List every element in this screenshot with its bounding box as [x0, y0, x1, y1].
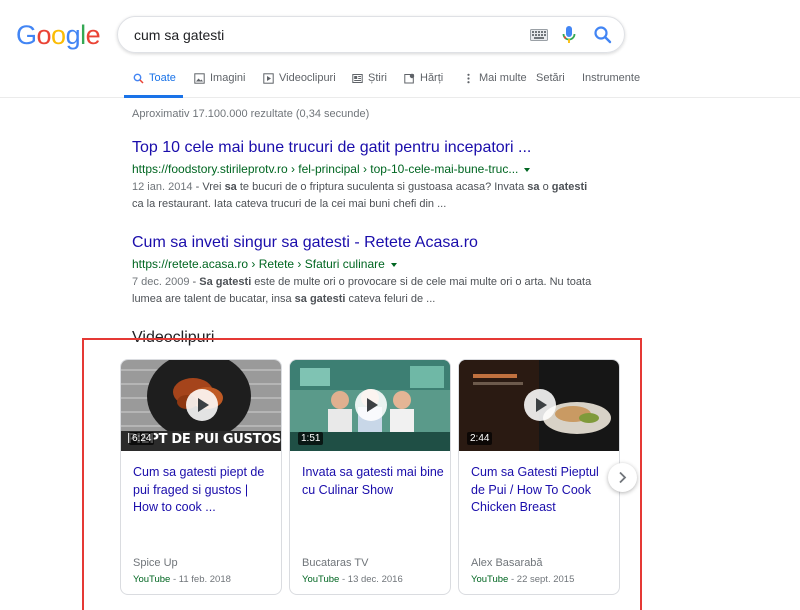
- tab-more[interactable]: Mai multe: [463, 72, 527, 84]
- keyboard-icon[interactable]: [530, 29, 548, 41]
- tab-settings[interactable]: Setări: [536, 72, 565, 84]
- search-box[interactable]: cum sa gatesti: [117, 16, 625, 53]
- video-card[interactable]: PIEPT DE PUI GUSTOS 6:24 Cum sa gatesti …: [120, 359, 282, 595]
- video-thumbnail[interactable]: 2:44: [459, 360, 619, 451]
- video-thumbnail[interactable]: PIEPT DE PUI GUSTOS 6:24: [121, 360, 281, 451]
- video-title-link[interactable]: Invata sa gatesti mai bine cu Culinar Sh…: [302, 464, 444, 499]
- video-icon: [263, 72, 274, 84]
- caret-down-icon[interactable]: [390, 262, 397, 267]
- map-icon: [404, 73, 415, 83]
- tab-all[interactable]: Toate: [133, 72, 176, 84]
- tab-maps[interactable]: Hărți: [404, 72, 443, 84]
- chevron-right-icon: [619, 471, 627, 484]
- result-snippet: 12 ian. 2014 - Vrei sa te bucuri de o fr…: [132, 181, 588, 210]
- play-icon[interactable]: [186, 389, 218, 421]
- search-result: Top 10 cele mai bune trucuri de gatit pe…: [132, 138, 622, 213]
- video-channel: Spice Up: [133, 557, 178, 569]
- search-tabs: Toate Imagini Videoclipuri Știri Hărți M…: [0, 60, 800, 98]
- video-card[interactable]: 2:44 Cum sa Gatesti Pieptul de Pui / How…: [458, 359, 620, 595]
- video-source: YouTube - 13 dec. 2016: [302, 574, 403, 585]
- play-icon[interactable]: [524, 389, 556, 421]
- caret-down-icon[interactable]: [524, 167, 531, 172]
- search-input[interactable]: cum sa gatesti: [134, 27, 224, 43]
- image-icon: [194, 72, 205, 84]
- tab-news[interactable]: Știri: [352, 72, 387, 84]
- result-title-link[interactable]: Cum sa inveti singur sa gatesti - Retete…: [132, 233, 622, 253]
- tab-videos[interactable]: Videoclipuri: [263, 72, 336, 84]
- video-duration: 1:51: [298, 432, 324, 445]
- more-icon: [467, 73, 470, 83]
- google-logo[interactable]: Google: [16, 20, 101, 51]
- tab-tools[interactable]: Instrumente: [582, 72, 640, 84]
- result-snippet: 7 dec. 2009 - Sa gatesti este de multe o…: [132, 276, 592, 305]
- videos-heading: Videoclipuri: [132, 329, 215, 346]
- video-duration: 2:44: [467, 432, 493, 445]
- result-url[interactable]: https://foodstory.stirileprotv.ro › fel-…: [132, 160, 622, 178]
- video-source: YouTube - 22 sept. 2015: [471, 574, 575, 585]
- result-title-link[interactable]: Top 10 cele mai bune trucuri de gatit pe…: [132, 138, 622, 158]
- result-url[interactable]: https://retete.acasa.ro › Retete › Sfatu…: [132, 255, 622, 273]
- video-thumbnail[interactable]: 1:51: [290, 360, 450, 451]
- video-duration: 6:24: [129, 432, 155, 445]
- video-source: YouTube - 11 feb. 2018: [133, 574, 231, 585]
- news-icon: [352, 73, 363, 83]
- video-channel: Bucataras TV: [302, 557, 369, 569]
- video-title-link[interactable]: Cum sa gatesti piept de pui fraged si gu…: [133, 464, 275, 517]
- search-result: Cum sa inveti singur sa gatesti - Retete…: [132, 233, 622, 308]
- play-icon[interactable]: [355, 389, 387, 421]
- active-tab-indicator: [124, 95, 183, 98]
- video-channel: Alex Basarabă: [471, 557, 543, 569]
- carousel-next-button[interactable]: [608, 463, 637, 492]
- search-icon[interactable]: [593, 25, 613, 45]
- microphone-icon[interactable]: [561, 25, 577, 45]
- video-title-link[interactable]: Cum sa Gatesti Pieptul de Pui / How To C…: [471, 464, 613, 517]
- search-icon: [133, 73, 144, 84]
- result-stats: Aproximativ 17.100.000 rezultate (0,34 s…: [132, 108, 370, 120]
- video-card[interactable]: 1:51 Invata sa gatesti mai bine cu Culin…: [289, 359, 451, 595]
- tab-images[interactable]: Imagini: [194, 72, 245, 84]
